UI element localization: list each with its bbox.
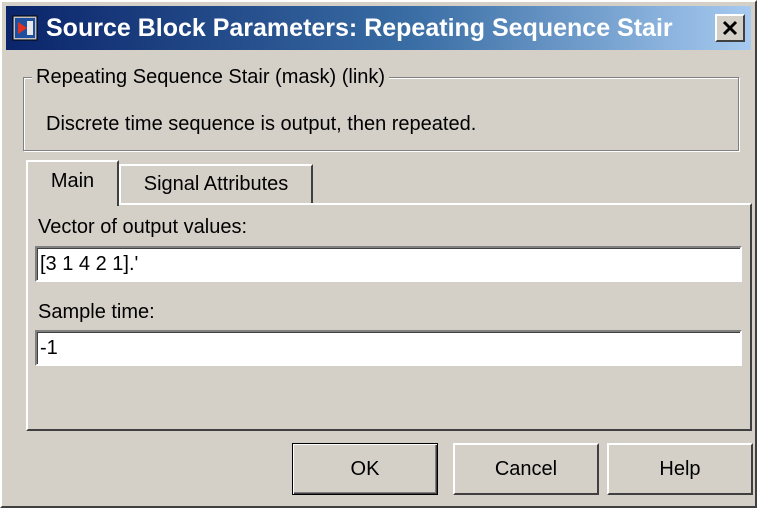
output-values-label: Vector of output values: xyxy=(38,216,248,238)
cancel-button[interactable]: Cancel xyxy=(453,443,599,495)
dialog-title: Source Block Parameters: Repeating Seque… xyxy=(46,14,673,42)
simulink-block-icon xyxy=(12,15,38,41)
help-button[interactable]: Help xyxy=(607,443,753,495)
output-values-input[interactable]: [3 1 4 2 1].' xyxy=(35,246,742,282)
title-bar[interactable]: Source Block Parameters: Repeating Seque… xyxy=(6,6,751,50)
tab-signal-attributes[interactable]: Signal Attributes xyxy=(119,164,313,204)
close-icon[interactable] xyxy=(715,14,745,42)
tab-main[interactable]: Main xyxy=(26,160,119,206)
sample-time-input[interactable]: -1 xyxy=(35,330,742,366)
ok-button[interactable]: OK xyxy=(292,443,438,495)
dialog-window: Source Block Parameters: Repeating Seque… xyxy=(0,0,757,508)
mask-description: Discrete time sequence is output, then r… xyxy=(46,113,477,135)
sample-time-label: Sample time: xyxy=(38,301,155,323)
mask-title: Repeating Sequence Stair (mask) (link) xyxy=(32,64,390,90)
